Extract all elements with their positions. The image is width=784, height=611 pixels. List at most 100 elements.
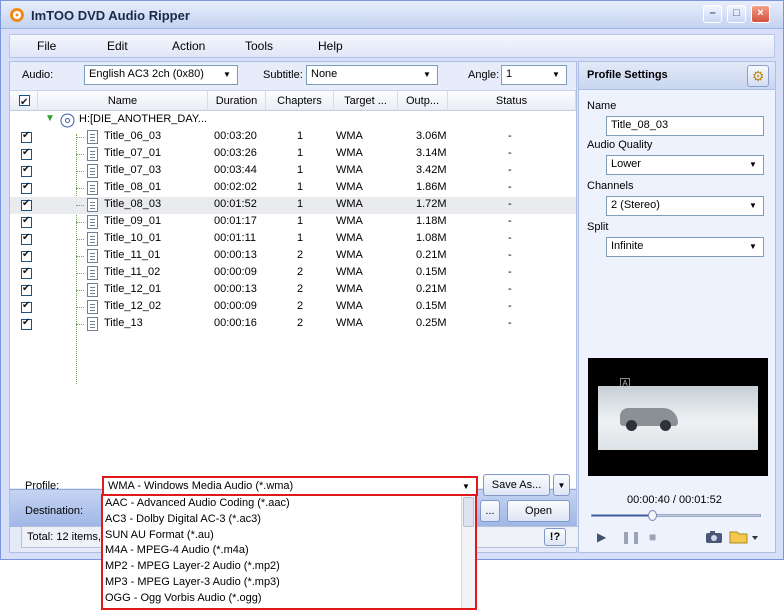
row-checkbox[interactable] [21, 283, 32, 296]
preview-wheel [660, 420, 671, 431]
row-checkbox[interactable] [21, 232, 32, 245]
table-row[interactable]: Title_07_01 00:03:26 1 WMA 3.14M - [10, 146, 576, 163]
root-label: H:[DIE_ANOTHER_DAY... [79, 113, 207, 125]
profile-option[interactable]: MP3 - MPEG Layer-3 Audio (*.mp3) [104, 576, 464, 592]
table-row[interactable]: Title_12_01 00:00:13 2 WMA 0.21M - [10, 282, 576, 299]
table-row[interactable]: Title_06_03 00:03:20 1 WMA 3.06M - [10, 129, 576, 146]
name-input-value: Title_08_03 [611, 119, 669, 131]
table-row[interactable]: Title_12_02 00:00:09 2 WMA 0.15M - [10, 299, 576, 316]
tree-branch [76, 324, 84, 325]
open-button[interactable]: Open [507, 500, 570, 522]
profile-select[interactable]: WMA - Windows Media Audio (*.wma) ▼ [102, 476, 478, 496]
row-checkbox[interactable] [21, 266, 32, 279]
subtitle-select-value: None [311, 68, 338, 80]
row-target: WMA [336, 283, 363, 295]
table-row[interactable]: Title_13 00:00:16 2 WMA 0.25M - [10, 316, 576, 333]
row-chapters: 1 [297, 147, 304, 159]
table-row[interactable]: Title_08_03 00:01:52 1 WMA 1.72M - [10, 197, 576, 214]
profile-option[interactable]: OGG - Ogg Vorbis Audio (*.ogg) [104, 592, 464, 608]
profile-option[interactable]: M4A - MPEG-4 Audio (*.m4a) [104, 544, 464, 560]
row-checkbox[interactable] [21, 300, 32, 313]
menu-tools[interactable]: Tools [245, 39, 273, 53]
row-status: - [508, 232, 512, 244]
table-row[interactable]: Title_10_01 00:01:11 1 WMA 1.08M - [10, 231, 576, 248]
audio-select[interactable]: English AC3 2ch (0x80) ▼ [84, 65, 238, 85]
profile-option[interactable]: MP2 - MPEG Layer-2 Audio (*.mp2) [104, 560, 464, 576]
preview-wheel [626, 420, 637, 431]
row-target: WMA [336, 266, 363, 278]
browse-button[interactable]: ... [480, 500, 500, 522]
profile-option[interactable]: AAC - Advanced Audio Coding (*.aac) [104, 497, 464, 513]
root-row[interactable]: ▼ H:[DIE_ANOTHER_DAY... [10, 112, 576, 129]
channels-select[interactable]: 2 (Stereo) ▼ [606, 196, 764, 216]
chevron-down-icon: ▼ [749, 160, 757, 169]
pause-icon[interactable]: ❚❚ [621, 530, 641, 544]
header-status[interactable]: Status [448, 91, 576, 111]
minimize-button[interactable]: – [703, 5, 722, 23]
name-input[interactable]: Title_08_03 [606, 116, 764, 136]
audio-quality-select[interactable]: Lower ▼ [606, 155, 764, 175]
select-all-checkbox[interactable] [19, 93, 30, 111]
row-name: Title_12_02 [104, 300, 162, 312]
header-target[interactable]: Target ... [334, 91, 398, 111]
row-checkbox[interactable] [21, 181, 32, 194]
tree-branch [76, 205, 84, 206]
row-output: 0.21M [416, 283, 447, 295]
row-checkbox[interactable] [21, 249, 32, 262]
profile-dropdown-list[interactable]: AAC - Advanced Audio Coding (*.aac) AC3 -… [101, 494, 477, 610]
table-row[interactable]: Title_11_02 00:00:09 2 WMA 0.15M - [10, 265, 576, 282]
seek-fill [592, 515, 652, 516]
row-checkbox[interactable] [21, 164, 32, 177]
dropdown-scrollbar[interactable] [461, 496, 475, 608]
stop-icon[interactable]: ■ [649, 530, 656, 544]
header-output[interactable]: Outp... [398, 91, 448, 111]
row-chapters: 1 [297, 198, 304, 210]
channels-value: 2 (Stereo) [611, 199, 660, 211]
open-folder-icon[interactable] [729, 529, 759, 545]
row-chapters: 1 [297, 215, 304, 227]
row-status: - [508, 249, 512, 261]
subtitle-select[interactable]: None ▼ [306, 65, 438, 85]
table-row[interactable]: Title_09_01 00:01:17 1 WMA 1.18M - [10, 214, 576, 231]
split-select[interactable]: Infinite ▼ [606, 237, 764, 257]
row-checkbox[interactable] [21, 317, 32, 330]
expand-triangle-icon[interactable]: ▼ [45, 113, 55, 124]
close-button[interactable]: × [751, 5, 770, 23]
help-button[interactable]: !? [544, 528, 566, 546]
advanced-settings-button[interactable]: ⚙ [747, 65, 769, 87]
tree-branch [76, 171, 84, 172]
profile-option[interactable]: AC3 - Dolby Digital AC-3 (*.ac3) [104, 513, 464, 529]
row-chapters: 2 [297, 300, 304, 312]
camera-icon[interactable] [705, 529, 723, 545]
profile-option[interactable]: SUN AU Format (*.au) [104, 529, 464, 545]
maximize-button[interactable]: □ [727, 5, 746, 23]
header-select-all[interactable] [10, 91, 38, 111]
header-name[interactable]: Name [38, 91, 208, 111]
row-checkbox[interactable] [21, 215, 32, 228]
menu-help[interactable]: Help [318, 39, 343, 53]
row-checkbox[interactable] [21, 198, 32, 211]
chevron-down-icon: ▼ [557, 481, 566, 490]
scrollbar-thumb[interactable] [463, 497, 474, 527]
header-duration[interactable]: Duration [208, 91, 266, 111]
table-row[interactable]: Title_07_03 00:03:44 1 WMA 3.42M - [10, 163, 576, 180]
seek-thumb[interactable] [647, 510, 657, 521]
menu-file[interactable]: File [37, 39, 56, 53]
row-checkbox[interactable] [21, 147, 32, 160]
row-name: Title_10_01 [104, 232, 162, 244]
row-duration: 00:03:20 [214, 130, 257, 142]
header-chapters[interactable]: Chapters [266, 91, 334, 111]
row-checkbox[interactable] [21, 130, 32, 143]
save-as-button[interactable]: Save As... [483, 474, 550, 496]
play-icon[interactable]: ▶ [597, 530, 606, 544]
channels-label: Channels [587, 180, 634, 192]
menu-action[interactable]: Action [172, 39, 205, 53]
row-duration: 00:02:02 [214, 181, 257, 193]
row-chapters: 1 [297, 164, 304, 176]
table-row[interactable]: Title_08_01 00:02:02 1 WMA 1.86M - [10, 180, 576, 197]
seek-bar[interactable] [591, 510, 761, 521]
menu-edit[interactable]: Edit [107, 39, 128, 53]
table-row[interactable]: Title_11_01 00:00:13 2 WMA 0.21M - [10, 248, 576, 265]
angle-select[interactable]: 1 ▼ [501, 65, 567, 85]
save-as-menu-button[interactable]: ▼ [553, 474, 570, 496]
